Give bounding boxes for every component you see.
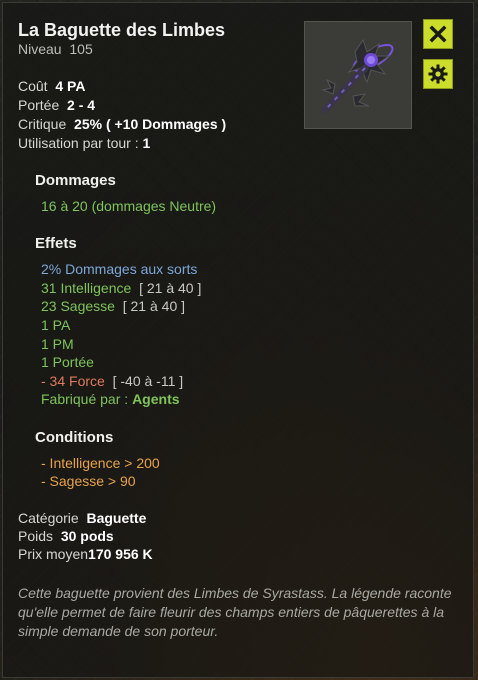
stat-critical: Critique 25% ( +10 Dommages ) <box>18 116 226 132</box>
settings-button[interactable] <box>423 59 453 89</box>
condition-line: - Intelligence > 200 <box>41 455 160 471</box>
item-name: La Baguette des Limbes <box>18 20 226 40</box>
effect-line: 2% Dommages aux sorts <box>41 261 198 277</box>
stat-uses: Utilisation par tour : 1 <box>18 135 150 151</box>
weight-label: Poids <box>18 528 54 544</box>
close-button[interactable] <box>423 19 453 49</box>
info-weight: Poids 30 pods <box>18 528 114 544</box>
stat-range: Portée 2 - 4 <box>18 97 95 113</box>
effect-text: 23 Sagesse <box>41 298 115 314</box>
item-level: Niveau 105 <box>18 41 93 57</box>
effect-text: 31 Intelligence <box>41 280 132 296</box>
effects-section-title: Effets <box>35 235 77 252</box>
effect-line: 1 PA <box>41 317 71 333</box>
damage-line: 16 à 20 (dommages Neutre) <box>41 198 217 214</box>
damage-section-title: Dommages <box>35 172 116 189</box>
info-category: Catégorie Baguette <box>18 510 146 526</box>
stat-cost: Coût 4 PA <box>18 78 85 94</box>
item-image <box>304 21 412 129</box>
stat-uses-label: Utilisation par tour : <box>18 135 139 151</box>
info-price: Prix moyen170 956 K <box>18 546 153 562</box>
gear-icon <box>428 64 448 84</box>
stat-range-value: 2 - 4 <box>67 97 96 113</box>
effect-line: 23 Sagesse [ 21 à 40 ] <box>41 298 185 314</box>
effect-line: - 34 Force [ -40 à -11 ] <box>41 373 183 389</box>
crafted-by-label: Fabriqué par : <box>41 391 129 407</box>
stat-cost-label: Coût <box>18 78 48 94</box>
weight-value: 30 pods <box>60 528 114 544</box>
item-description: Cette baguette provient des Limbes de Sy… <box>18 585 452 639</box>
price-value: 170 956 K <box>88 546 153 562</box>
effect-text: - 34 Force <box>41 373 105 389</box>
level-label: Niveau <box>18 41 62 57</box>
crafted-by-value: Agents <box>132 391 180 407</box>
stat-cost-value: 4 PA <box>55 78 86 94</box>
stat-uses-value: 1 <box>142 135 151 151</box>
effect-line: 1 PM <box>41 336 74 352</box>
effect-line: 31 Intelligence [ 21 à 40 ] <box>41 280 201 296</box>
crafted-by: Fabriqué par : Agents <box>41 391 180 407</box>
category-label: Catégorie <box>18 510 79 526</box>
conditions-section-title: Conditions <box>35 429 114 446</box>
effect-range: [ -40 à -11 ] <box>112 373 184 389</box>
price-label: Prix moyen <box>18 546 89 562</box>
stat-critical-label: Critique <box>18 116 67 132</box>
wand-icon <box>321 38 394 114</box>
close-icon <box>429 25 447 43</box>
condition-line: - Sagesse > 90 <box>41 473 136 489</box>
level-value: 105 <box>69 41 93 57</box>
category-value: Baguette <box>86 510 147 526</box>
effect-line: 1 Portée <box>41 354 94 370</box>
effect-range: [ 21 à 40 ] <box>122 298 186 314</box>
stat-critical-value: 25% ( +10 Dommages ) <box>74 116 227 132</box>
effect-range: [ 21 à 40 ] <box>139 280 202 296</box>
stat-range-label: Portée <box>18 97 60 113</box>
